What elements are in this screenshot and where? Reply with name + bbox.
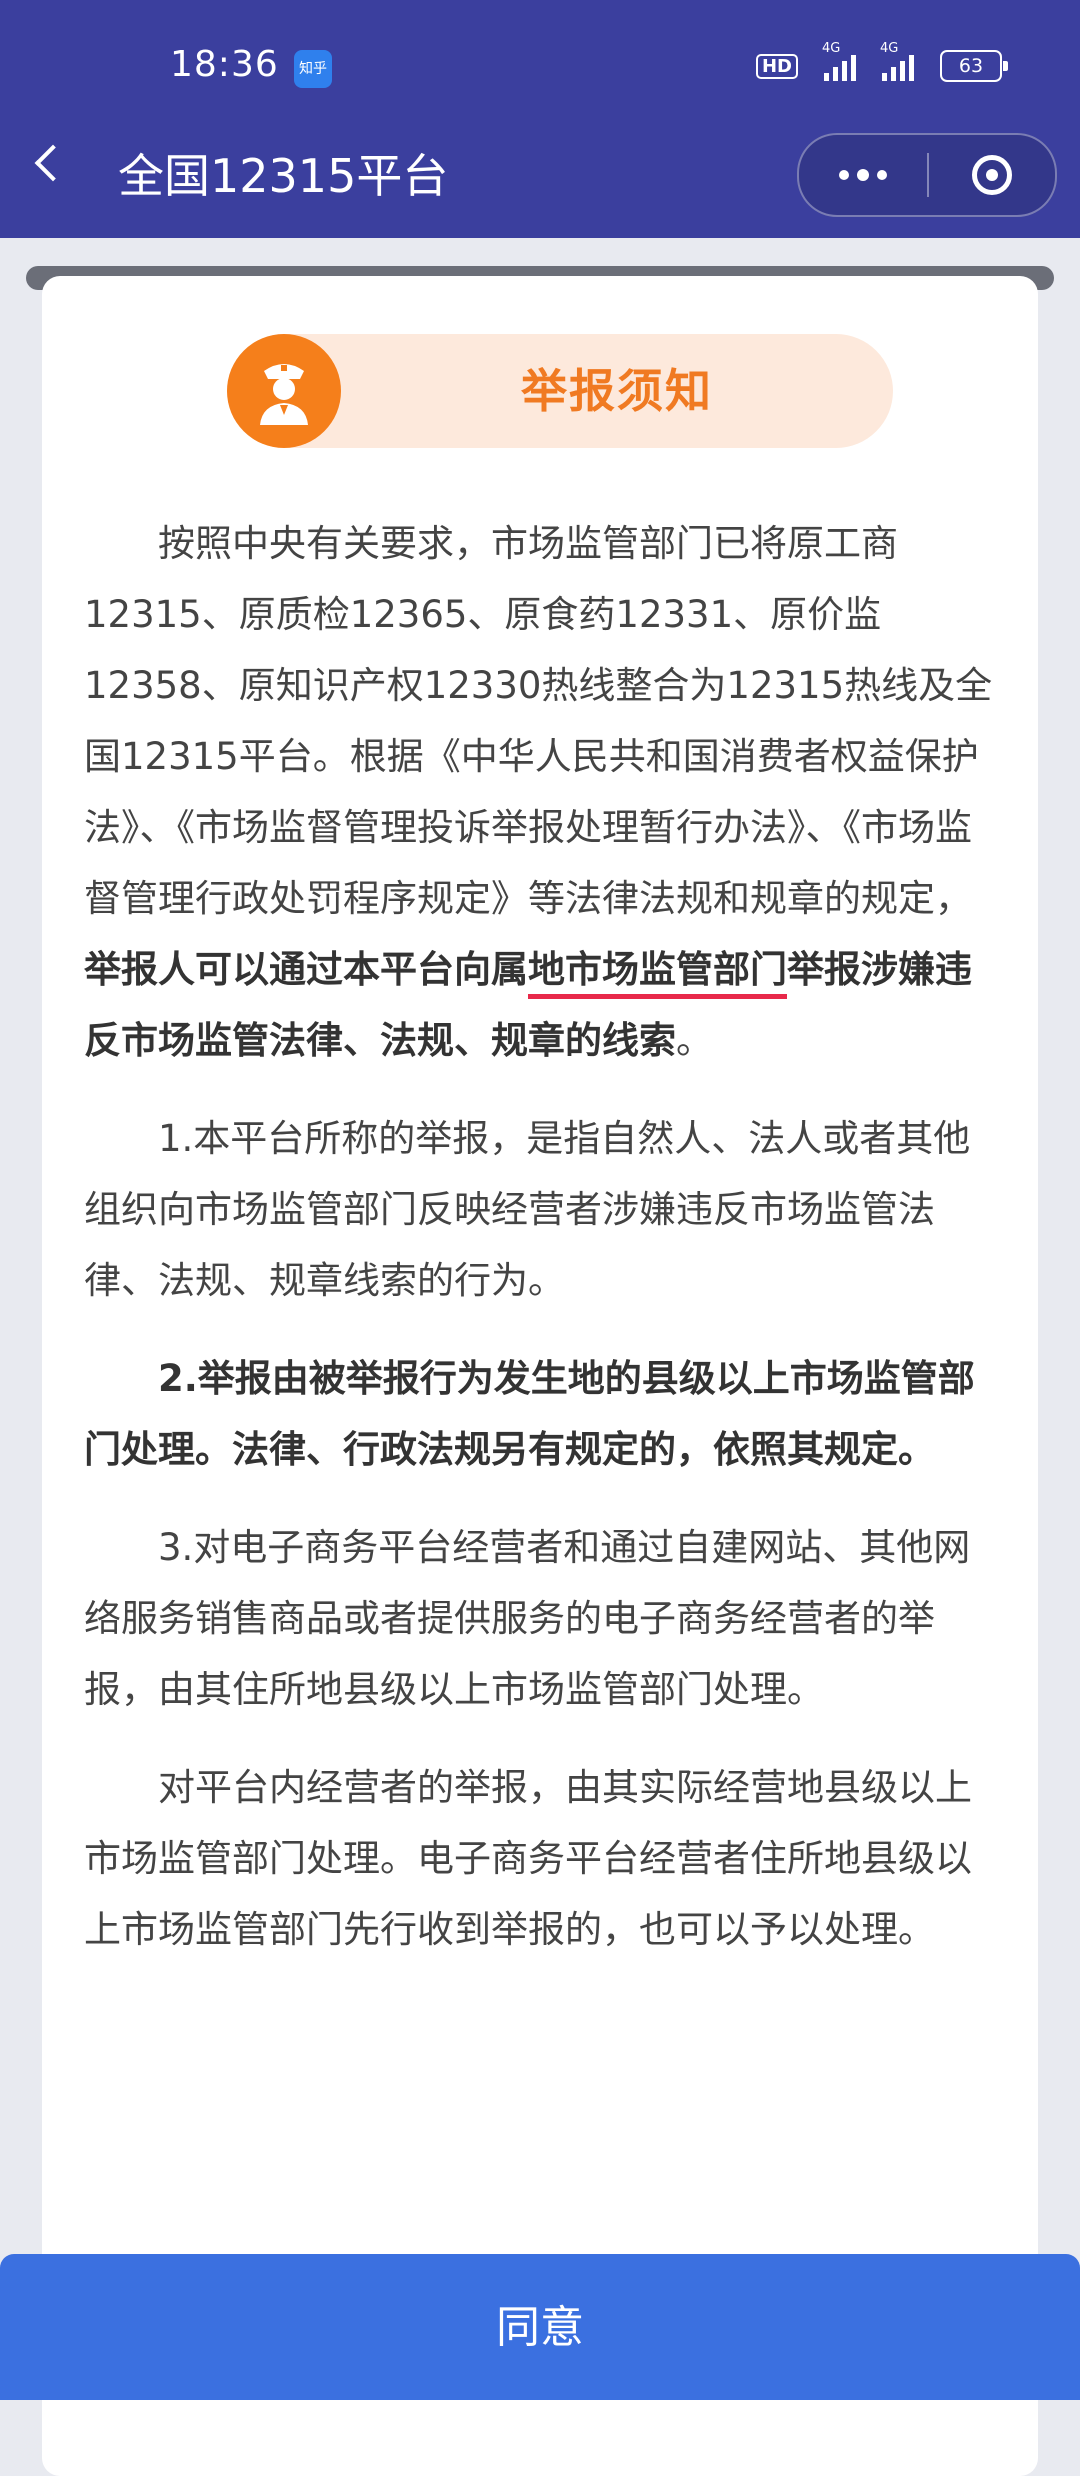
hd-icon: HD: [755, 53, 798, 79]
back-arrow-icon[interactable]: [34, 144, 72, 182]
highlight-underline: 地市场监管部门: [528, 948, 787, 991]
notice-card: 举报须知 按照中央有关要求，市场监管部门已将原工商12315、原质检12365、…: [42, 276, 1038, 2476]
signal-icon-2: 4G: [880, 41, 914, 81]
more-icon[interactable]: [799, 135, 927, 215]
paragraph-1: 按照中央有关要求，市场监管部门已将原工商12315、原质检12365、原食药12…: [84, 522, 993, 1062]
status-time: 18:36: [170, 44, 279, 85]
paragraph-2: 1.本平台所称的举报，是指自然人、法人或者其他组织向市场监管部门反映经营者涉嫌违…: [84, 1117, 971, 1302]
officer-icon: [227, 334, 341, 448]
paragraph-4: 3.对电子商务平台经营者和通过自建网站、其他网络服务销售商品或者提供服务的电子商…: [84, 1526, 971, 1711]
page-title: 全国12315平台: [118, 149, 449, 203]
close-mini-program-icon[interactable]: [929, 135, 1055, 215]
notice-title: 举报须知: [521, 364, 713, 418]
paragraph-3: 2.举报由被举报行为发生地的县级以上市场监管部门处理。法律、行政法规另有规定的，…: [84, 1357, 975, 1471]
notice-header: 举报须知: [227, 334, 893, 448]
notice-content: 按照中央有关要求，市场监管部门已将原工商12315、原质检12365、原食药12…: [84, 508, 996, 1992]
app-header: 18:36 知乎 HD 4G 4G 63 全国12315平台: [0, 0, 1080, 238]
battery-icon: 63: [940, 50, 1008, 82]
mini-program-capsule: [797, 133, 1057, 217]
agree-button[interactable]: 同意: [0, 2254, 1080, 2400]
paragraph-5: 对平台内经营者的举报，由其实际经营地县级以上市场监管部门处理。电子商务平台经营者…: [84, 1766, 972, 1951]
signal-icon: 4G: [822, 41, 856, 81]
status-icons: HD 4G 4G 63: [755, 41, 1008, 82]
zhihu-app-icon: 知乎: [294, 50, 332, 88]
